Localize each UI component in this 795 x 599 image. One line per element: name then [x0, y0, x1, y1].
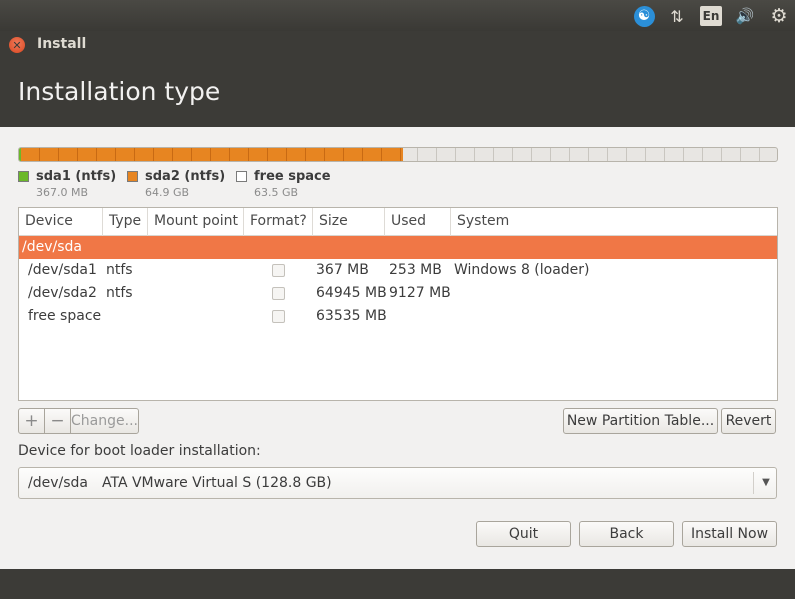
- page-title: Installation type: [18, 77, 221, 106]
- dropdown-divider: [753, 472, 754, 494]
- partition-usage-bar: [18, 147, 778, 162]
- top-panel: ☯ ⇅ En 🔊 ⚙: [0, 0, 795, 31]
- column-header-size[interactable]: Size: [313, 208, 385, 236]
- column-header-used[interactable]: Used: [385, 208, 451, 236]
- keyboard-layout-indicator[interactable]: En: [700, 4, 722, 28]
- cell-size: 367 MB: [316, 262, 369, 278]
- legend-swatch-sda2: [127, 171, 138, 182]
- cell-size: 63535 MB: [316, 308, 387, 324]
- close-icon[interactable]: ✕: [9, 37, 25, 53]
- table-row[interactable]: /dev/sda2 ntfs 64945 MB 9127 MB: [19, 282, 777, 305]
- column-header-system[interactable]: System: [451, 208, 777, 236]
- partition-bar-segment-free: [403, 148, 777, 161]
- legend-size-free: 63.5 GB: [254, 186, 299, 199]
- legend-swatch-free: [236, 171, 247, 182]
- accessibility-icon[interactable]: ☯: [632, 4, 656, 28]
- cell-device: /dev/sda1: [28, 262, 97, 278]
- partition-bar-segment-sda2: [21, 148, 404, 161]
- table-row[interactable]: /dev/sda1 ntfs 367 MB 253 MB Windows 8 (…: [19, 259, 777, 282]
- table-row-disk[interactable]: /dev/sda: [19, 236, 777, 259]
- bootloader-device-description: ATA VMware Virtual S (128.8 GB): [102, 475, 332, 491]
- speaker-icon[interactable]: 🔊: [733, 4, 757, 28]
- format-checkbox[interactable]: [272, 310, 285, 323]
- cell-device: free space: [28, 308, 102, 324]
- chevron-down-icon[interactable]: ▼: [757, 468, 775, 498]
- bootloader-device-select[interactable]: /dev/sda ATA VMware Virtual S (128.8 GB)…: [18, 467, 777, 499]
- main-content: sda1 (ntfs) 367.0 MB sda2 (ntfs) 64.9 GB…: [0, 127, 795, 569]
- cell-size: 64945 MB: [316, 285, 387, 301]
- cell-device: /dev/sda: [22, 239, 82, 255]
- keyboard-layout-label: En: [700, 6, 722, 26]
- column-header-mount-point[interactable]: Mount point: [148, 208, 244, 236]
- new-partition-table-button[interactable]: New Partition Table...: [563, 408, 718, 434]
- install-now-button[interactable]: Install Now: [682, 521, 777, 547]
- revert-button[interactable]: Revert: [721, 408, 776, 434]
- table-header: Device Type Mount point Format? Size Use…: [19, 208, 777, 236]
- network-arrows-icon[interactable]: ⇅: [666, 4, 688, 28]
- gear-icon[interactable]: ⚙: [767, 4, 791, 28]
- cell-device: /dev/sda2: [28, 285, 97, 301]
- window-title-bar: ✕ Install: [0, 31, 795, 58]
- format-checkbox[interactable]: [272, 287, 285, 300]
- cell-type: ntfs: [106, 285, 133, 301]
- bootloader-label: Device for boot loader installation:: [18, 443, 261, 459]
- column-header-format[interactable]: Format?: [244, 208, 313, 236]
- legend-size-sda2: 64.9 GB: [145, 186, 190, 199]
- partition-table: Device Type Mount point Format? Size Use…: [18, 207, 778, 401]
- change-partition-button[interactable]: Change...: [70, 408, 139, 434]
- bootloader-device-value: /dev/sda: [28, 475, 88, 491]
- legend-label-sda2: sda2 (ntfs): [145, 169, 226, 184]
- bottom-bar: [0, 569, 795, 599]
- column-header-type[interactable]: Type: [103, 208, 148, 236]
- page-header: Installation type: [0, 58, 795, 127]
- cell-used: 9127 MB: [389, 285, 451, 301]
- legend-label-free: free space: [254, 169, 331, 184]
- table-row[interactable]: free space 63535 MB: [19, 305, 777, 328]
- cell-system: Windows 8 (loader): [454, 262, 590, 278]
- window-title: Install: [37, 36, 87, 52]
- legend-label-sda1: sda1 (ntfs): [36, 169, 117, 184]
- format-checkbox[interactable]: [272, 264, 285, 277]
- column-header-device[interactable]: Device: [19, 208, 103, 236]
- add-partition-button[interactable]: +: [18, 408, 45, 434]
- cell-type: ntfs: [106, 262, 133, 278]
- quit-button[interactable]: Quit: [476, 521, 571, 547]
- legend-swatch-sda1: [18, 171, 29, 182]
- cell-used: 253 MB: [389, 262, 442, 278]
- legend-size-sda1: 367.0 MB: [36, 186, 89, 199]
- back-button[interactable]: Back: [579, 521, 674, 547]
- remove-partition-button[interactable]: −: [44, 408, 71, 434]
